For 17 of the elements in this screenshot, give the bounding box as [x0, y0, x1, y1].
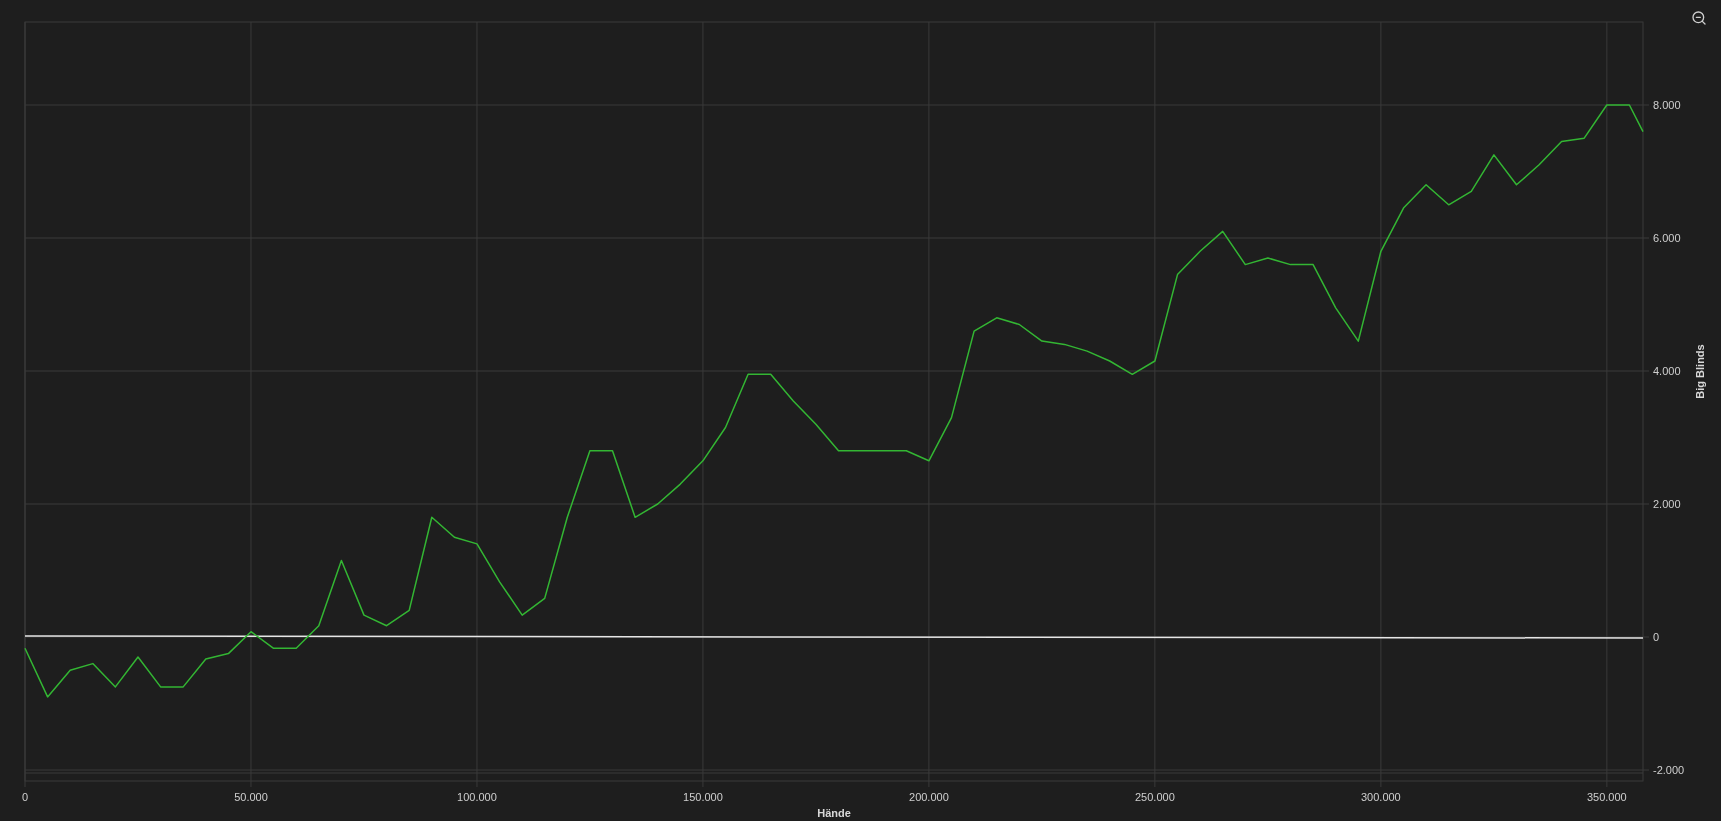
zoom-out-icon	[1691, 10, 1707, 26]
axis-tick-label: 0	[21, 791, 29, 803]
axis-tick-label: 150.000	[683, 791, 723, 803]
axis-tick-label: 250.000	[1135, 791, 1175, 803]
axis-tick-label: 50.000	[234, 791, 268, 803]
axis-tick-label: 350.000	[1586, 791, 1627, 803]
axis-tick-label: 200.000	[909, 791, 949, 803]
axis-title: Big Blinds	[1694, 344, 1706, 399]
axis-tick-label: 2.000	[1653, 498, 1681, 510]
axis-tick-label: 300.000	[1361, 791, 1401, 803]
axis-tick-label: 0	[1653, 631, 1660, 643]
axis-tick-label: 4.000	[1653, 365, 1681, 377]
axis-tick-label: 100.000	[457, 791, 497, 803]
axis-title: Hände	[817, 807, 851, 819]
axis-tick-label: -2.000	[1653, 764, 1685, 777]
axis-tick-label: 6.000	[1653, 232, 1681, 244]
axis-tick-label: 8.000	[1653, 99, 1681, 111]
